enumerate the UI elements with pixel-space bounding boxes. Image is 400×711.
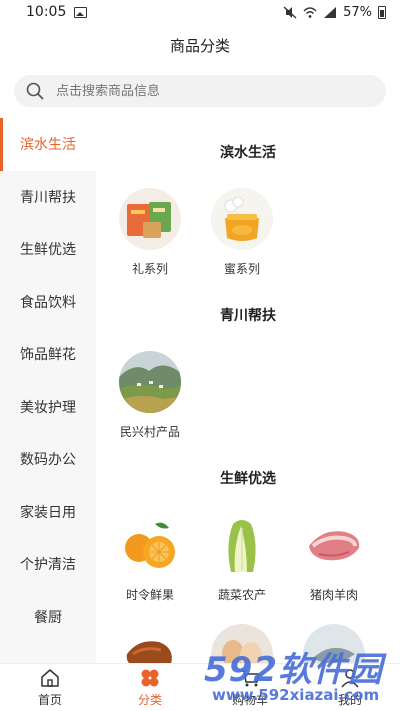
village-landscape-image — [119, 351, 181, 413]
search-input[interactable] — [56, 83, 336, 99]
tile-label: 民兴村产品 — [119, 425, 180, 439]
sidebar-item-label: 滨水生活 — [20, 137, 76, 154]
nav-profile[interactable]: 我的 — [300, 664, 400, 711]
tile-label: 蔬菜农产 — [217, 588, 266, 602]
nav-label: 分类 — [137, 693, 162, 707]
signal-icon — [324, 6, 337, 18]
section-title: 滨水生活 — [220, 145, 276, 161]
sidebar-item-home-daily[interactable]: 家装日用 — [0, 486, 96, 539]
search-bar[interactable] — [14, 75, 386, 107]
sidebar-item-label: 饰品鲜花 — [20, 347, 76, 364]
sidebar-item-accessories-flowers[interactable]: 饰品鲜花 — [0, 328, 96, 381]
sidebar-item-personal-care[interactable]: 个护清洁 — [0, 538, 96, 591]
sidebar-item-digital-office[interactable]: 数码办公 — [0, 433, 96, 486]
cabbage-image — [211, 514, 273, 576]
status-right: 57% — [283, 5, 386, 20]
nav-label: 我的 — [337, 693, 362, 707]
gift-box-image — [119, 188, 181, 250]
battery-percent: 57% — [343, 4, 372, 20]
sidebar-item-label: 美妆护理 — [20, 399, 76, 416]
category-tile-minxing-village[interactable]: 民兴村产品 — [104, 351, 196, 440]
nav-cart[interactable]: 购物车 — [200, 664, 300, 711]
category-tile-pork-mutton[interactable]: 猪肉羊肉 — [288, 514, 380, 603]
seafood-image — [303, 624, 365, 663]
section-title: 青川帮扶 — [220, 308, 276, 324]
home-icon — [41, 669, 59, 687]
status-left: 10:05 — [26, 4, 88, 20]
sidebar-item-fresh[interactable]: 生鲜优选 — [0, 223, 96, 276]
page-title: 商品分类 — [169, 36, 230, 55]
sidebar-item-label: 生鲜优选 — [20, 242, 76, 259]
battery-icon — [378, 5, 386, 19]
nav-label: 首页 — [37, 693, 62, 707]
category-icon — [141, 669, 159, 687]
cart-icon — [241, 670, 260, 687]
category-tile-honey[interactable]: 蜜系列 — [196, 188, 288, 277]
sidebar-item-label: 青川帮扶 — [20, 189, 76, 206]
eggs-image — [211, 624, 273, 663]
category-tile-partial-1[interactable] — [104, 624, 196, 663]
sidebar-item-kitchen[interactable]: 餐厨 — [0, 591, 96, 644]
category-tile-partial-2[interactable] — [196, 624, 288, 663]
search-icon — [26, 82, 44, 100]
sidebar-item-qingchuan-aid[interactable]: 青川帮扶 — [0, 171, 96, 224]
sidebar-item-label: 家装日用 — [20, 504, 76, 521]
tile-label: 猪肉羊肉 — [309, 588, 358, 602]
category-tile-seasonal-fruit[interactable]: 时令鲜果 — [104, 514, 196, 603]
gallery-notification-icon — [74, 6, 88, 18]
user-icon — [341, 669, 359, 688]
tile-label: 时令鲜果 — [125, 588, 174, 602]
pork-image — [303, 514, 365, 576]
category-tile-vegetables[interactable]: 蔬菜农产 — [196, 514, 288, 603]
nav-label: 购物车 — [231, 693, 268, 707]
sidebar-item-label: 个护清洁 — [20, 557, 76, 574]
bottom-nav: 首页 分类 购物车 我的 — [0, 663, 400, 711]
section-title: 生鲜优选 — [220, 471, 276, 487]
sidebar-item-binshui-life[interactable]: 滨水生活 — [0, 118, 96, 171]
category-tile-gift[interactable]: 礼系列 — [104, 188, 196, 277]
sidebar-item-food-drink[interactable]: 食品饮料 — [0, 276, 96, 329]
category-tile-partial-3[interactable] — [288, 624, 380, 663]
sidebar-item-beauty[interactable]: 美妆护理 — [0, 381, 96, 434]
mute-icon — [283, 5, 297, 19]
oranges-image — [119, 514, 181, 576]
category-content: 滨水生活 礼系列 蜜系列 青川帮扶 民兴村产品 生鲜优选 时令鲜果 蔬菜农产 猪… — [96, 118, 400, 663]
nav-category[interactable]: 分类 — [100, 664, 200, 711]
roast-duck-image — [119, 624, 181, 663]
tile-label: 蜜系列 — [223, 262, 260, 276]
category-sidebar: 滨水生活 青川帮扶 生鲜优选 食品饮料 饰品鲜花 美妆护理 数码办公 家装日用 … — [0, 118, 96, 663]
tile-label: 礼系列 — [131, 262, 168, 276]
nav-home[interactable]: 首页 — [0, 664, 100, 711]
sidebar-item-label: 食品饮料 — [20, 294, 76, 311]
wifi-icon — [303, 6, 317, 18]
sidebar-item-label: 数码办公 — [20, 452, 76, 469]
status-time: 10:05 — [26, 4, 67, 20]
sidebar-item-label: 餐厨 — [34, 609, 62, 626]
honey-jar-image — [211, 188, 273, 250]
status-bar: 10:05 57% — [0, 0, 400, 24]
